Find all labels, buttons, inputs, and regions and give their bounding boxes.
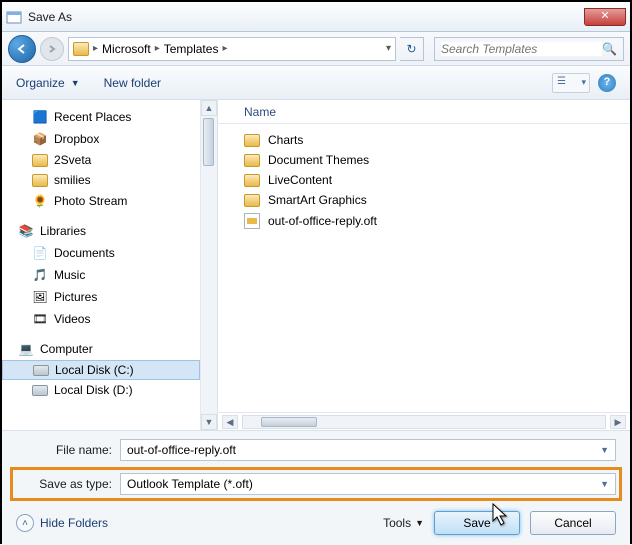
- tree-computer[interactable]: 💻Computer: [2, 338, 200, 360]
- cancel-button[interactable]: Cancel: [530, 511, 616, 535]
- crumb-microsoft[interactable]: Microsoft: [102, 42, 151, 56]
- drive-icon: [33, 365, 49, 376]
- scroll-down-icon[interactable]: ▼: [201, 414, 217, 430]
- folder-icon: [244, 194, 260, 207]
- hide-folders-button[interactable]: ˄ Hide Folders: [16, 514, 108, 532]
- nav-bar: ▸ Microsoft ▸ Templates ▸ ▾ ↻ 🔍: [2, 32, 630, 66]
- save-button[interactable]: Save: [434, 511, 520, 535]
- tree-pictures[interactable]: 🖼Pictures: [2, 286, 200, 308]
- new-folder-button[interactable]: New folder: [104, 76, 161, 90]
- body-area: 🟦Recent Places 📦Dropbox 2Sveta smilies 🌻…: [2, 100, 630, 430]
- file-list[interactable]: Charts Document Themes LiveContent Smart…: [218, 124, 630, 412]
- crumb-templates[interactable]: Templates: [164, 42, 219, 56]
- tree-disk-d[interactable]: Local Disk (D:): [2, 380, 200, 400]
- tools-menu[interactable]: Tools ▼: [383, 516, 424, 530]
- oft-file-icon: [244, 213, 260, 229]
- tree-2sveta[interactable]: 2Sveta: [2, 150, 200, 170]
- organize-button[interactable]: Organize ▼: [16, 76, 80, 90]
- help-button[interactable]: ?: [598, 74, 616, 92]
- toolbar: Organize ▼ New folder ?: [2, 66, 630, 100]
- scroll-thumb[interactable]: [261, 417, 317, 427]
- dropbox-icon: 📦: [32, 131, 48, 147]
- tree-dropbox[interactable]: 📦Dropbox: [2, 128, 200, 150]
- footer-actions: ˄ Hide Folders Tools ▼ Save Cancel: [16, 511, 616, 535]
- scroll-thumb[interactable]: [203, 118, 214, 166]
- file-oft[interactable]: out-of-office-reply.oft: [218, 210, 630, 232]
- filename-label: File name:: [16, 443, 112, 457]
- refresh-button[interactable]: ↻: [400, 37, 424, 61]
- savetype-select[interactable]: Outlook Template (*.oft) ▼: [120, 473, 616, 495]
- filename-input[interactable]: [127, 443, 596, 457]
- tree-libraries[interactable]: 📚Libraries: [2, 220, 200, 242]
- folder-charts[interactable]: Charts: [218, 130, 630, 150]
- close-button[interactable]: ✕: [584, 8, 626, 26]
- back-button[interactable]: [8, 35, 36, 63]
- drive-icon: [32, 385, 48, 396]
- filename-row: File name: ▼: [16, 439, 616, 461]
- scroll-right-icon[interactable]: ▶: [610, 415, 626, 429]
- folder-icon: [32, 154, 48, 167]
- window-title: Save As: [28, 10, 584, 24]
- tree-photostream[interactable]: 🌻Photo Stream: [2, 190, 200, 212]
- tree-documents[interactable]: 📄Documents: [2, 242, 200, 264]
- folder-icon: [244, 154, 260, 167]
- music-icon: 🎵: [32, 267, 48, 283]
- documents-icon: 📄: [32, 245, 48, 261]
- folder-icon: [32, 174, 48, 187]
- libraries-icon: 📚: [18, 223, 34, 239]
- tree-disk-c[interactable]: Local Disk (C:): [2, 360, 200, 380]
- videos-icon: 🎞: [32, 311, 48, 327]
- savetype-label: Save as type:: [16, 477, 112, 491]
- savetype-row: Save as type: Outlook Template (*.oft) ▼: [16, 473, 616, 495]
- forward-button[interactable]: [40, 37, 64, 61]
- breadcrumb-bar[interactable]: ▸ Microsoft ▸ Templates ▸ ▾: [68, 37, 396, 61]
- nav-tree[interactable]: 🟦Recent Places 📦Dropbox 2Sveta smilies 🌻…: [2, 100, 200, 430]
- chevron-right-icon: ▸: [222, 43, 227, 54]
- scroll-left-icon[interactable]: ◀: [222, 415, 238, 429]
- folder-smartart[interactable]: SmartArt Graphics: [218, 190, 630, 210]
- chevron-down-icon[interactable]: ▼: [600, 479, 609, 489]
- chevron-down-icon[interactable]: ▾: [386, 43, 391, 54]
- folder-icon: [73, 42, 89, 56]
- tree-smilies[interactable]: smilies: [2, 170, 200, 190]
- tree-recent-places[interactable]: 🟦Recent Places: [2, 106, 200, 128]
- computer-icon: 💻: [18, 341, 34, 357]
- chevron-right-icon: ▸: [155, 43, 160, 54]
- photostream-icon: 🌻: [32, 193, 48, 209]
- horizontal-scrollbar[interactable]: ◀ ▶: [218, 412, 630, 430]
- filename-input-wrap[interactable]: ▼: [120, 439, 616, 461]
- folder-icon: [244, 174, 260, 187]
- search-icon: 🔍: [602, 42, 617, 56]
- view-mode-button[interactable]: [552, 73, 590, 93]
- recent-icon: 🟦: [32, 109, 48, 125]
- save-type-highlight: Save as type: Outlook Template (*.oft) ▼: [10, 467, 622, 501]
- folder-livecontent[interactable]: LiveContent: [218, 170, 630, 190]
- pictures-icon: 🖼: [32, 289, 48, 305]
- file-pane: Name Charts Document Themes LiveContent …: [218, 100, 630, 430]
- search-box[interactable]: 🔍: [434, 37, 624, 61]
- chevron-up-icon: ˄: [16, 514, 34, 532]
- title-bar: Save As ✕: [2, 2, 630, 32]
- folder-document-themes[interactable]: Document Themes: [218, 150, 630, 170]
- chevron-down-icon[interactable]: ▼: [600, 445, 609, 455]
- footer: File name: ▼ Save as type: Outlook Templ…: [2, 430, 630, 545]
- column-header-name[interactable]: Name: [218, 100, 630, 124]
- folder-icon: [244, 134, 260, 147]
- app-icon: [6, 9, 22, 25]
- tree-scrollbar[interactable]: ▲ ▼: [200, 100, 217, 430]
- scroll-up-icon[interactable]: ▲: [201, 100, 217, 116]
- chevron-right-icon: ▸: [93, 43, 98, 54]
- tree-music[interactable]: 🎵Music: [2, 264, 200, 286]
- tree-videos[interactable]: 🎞Videos: [2, 308, 200, 330]
- search-input[interactable]: [441, 42, 602, 56]
